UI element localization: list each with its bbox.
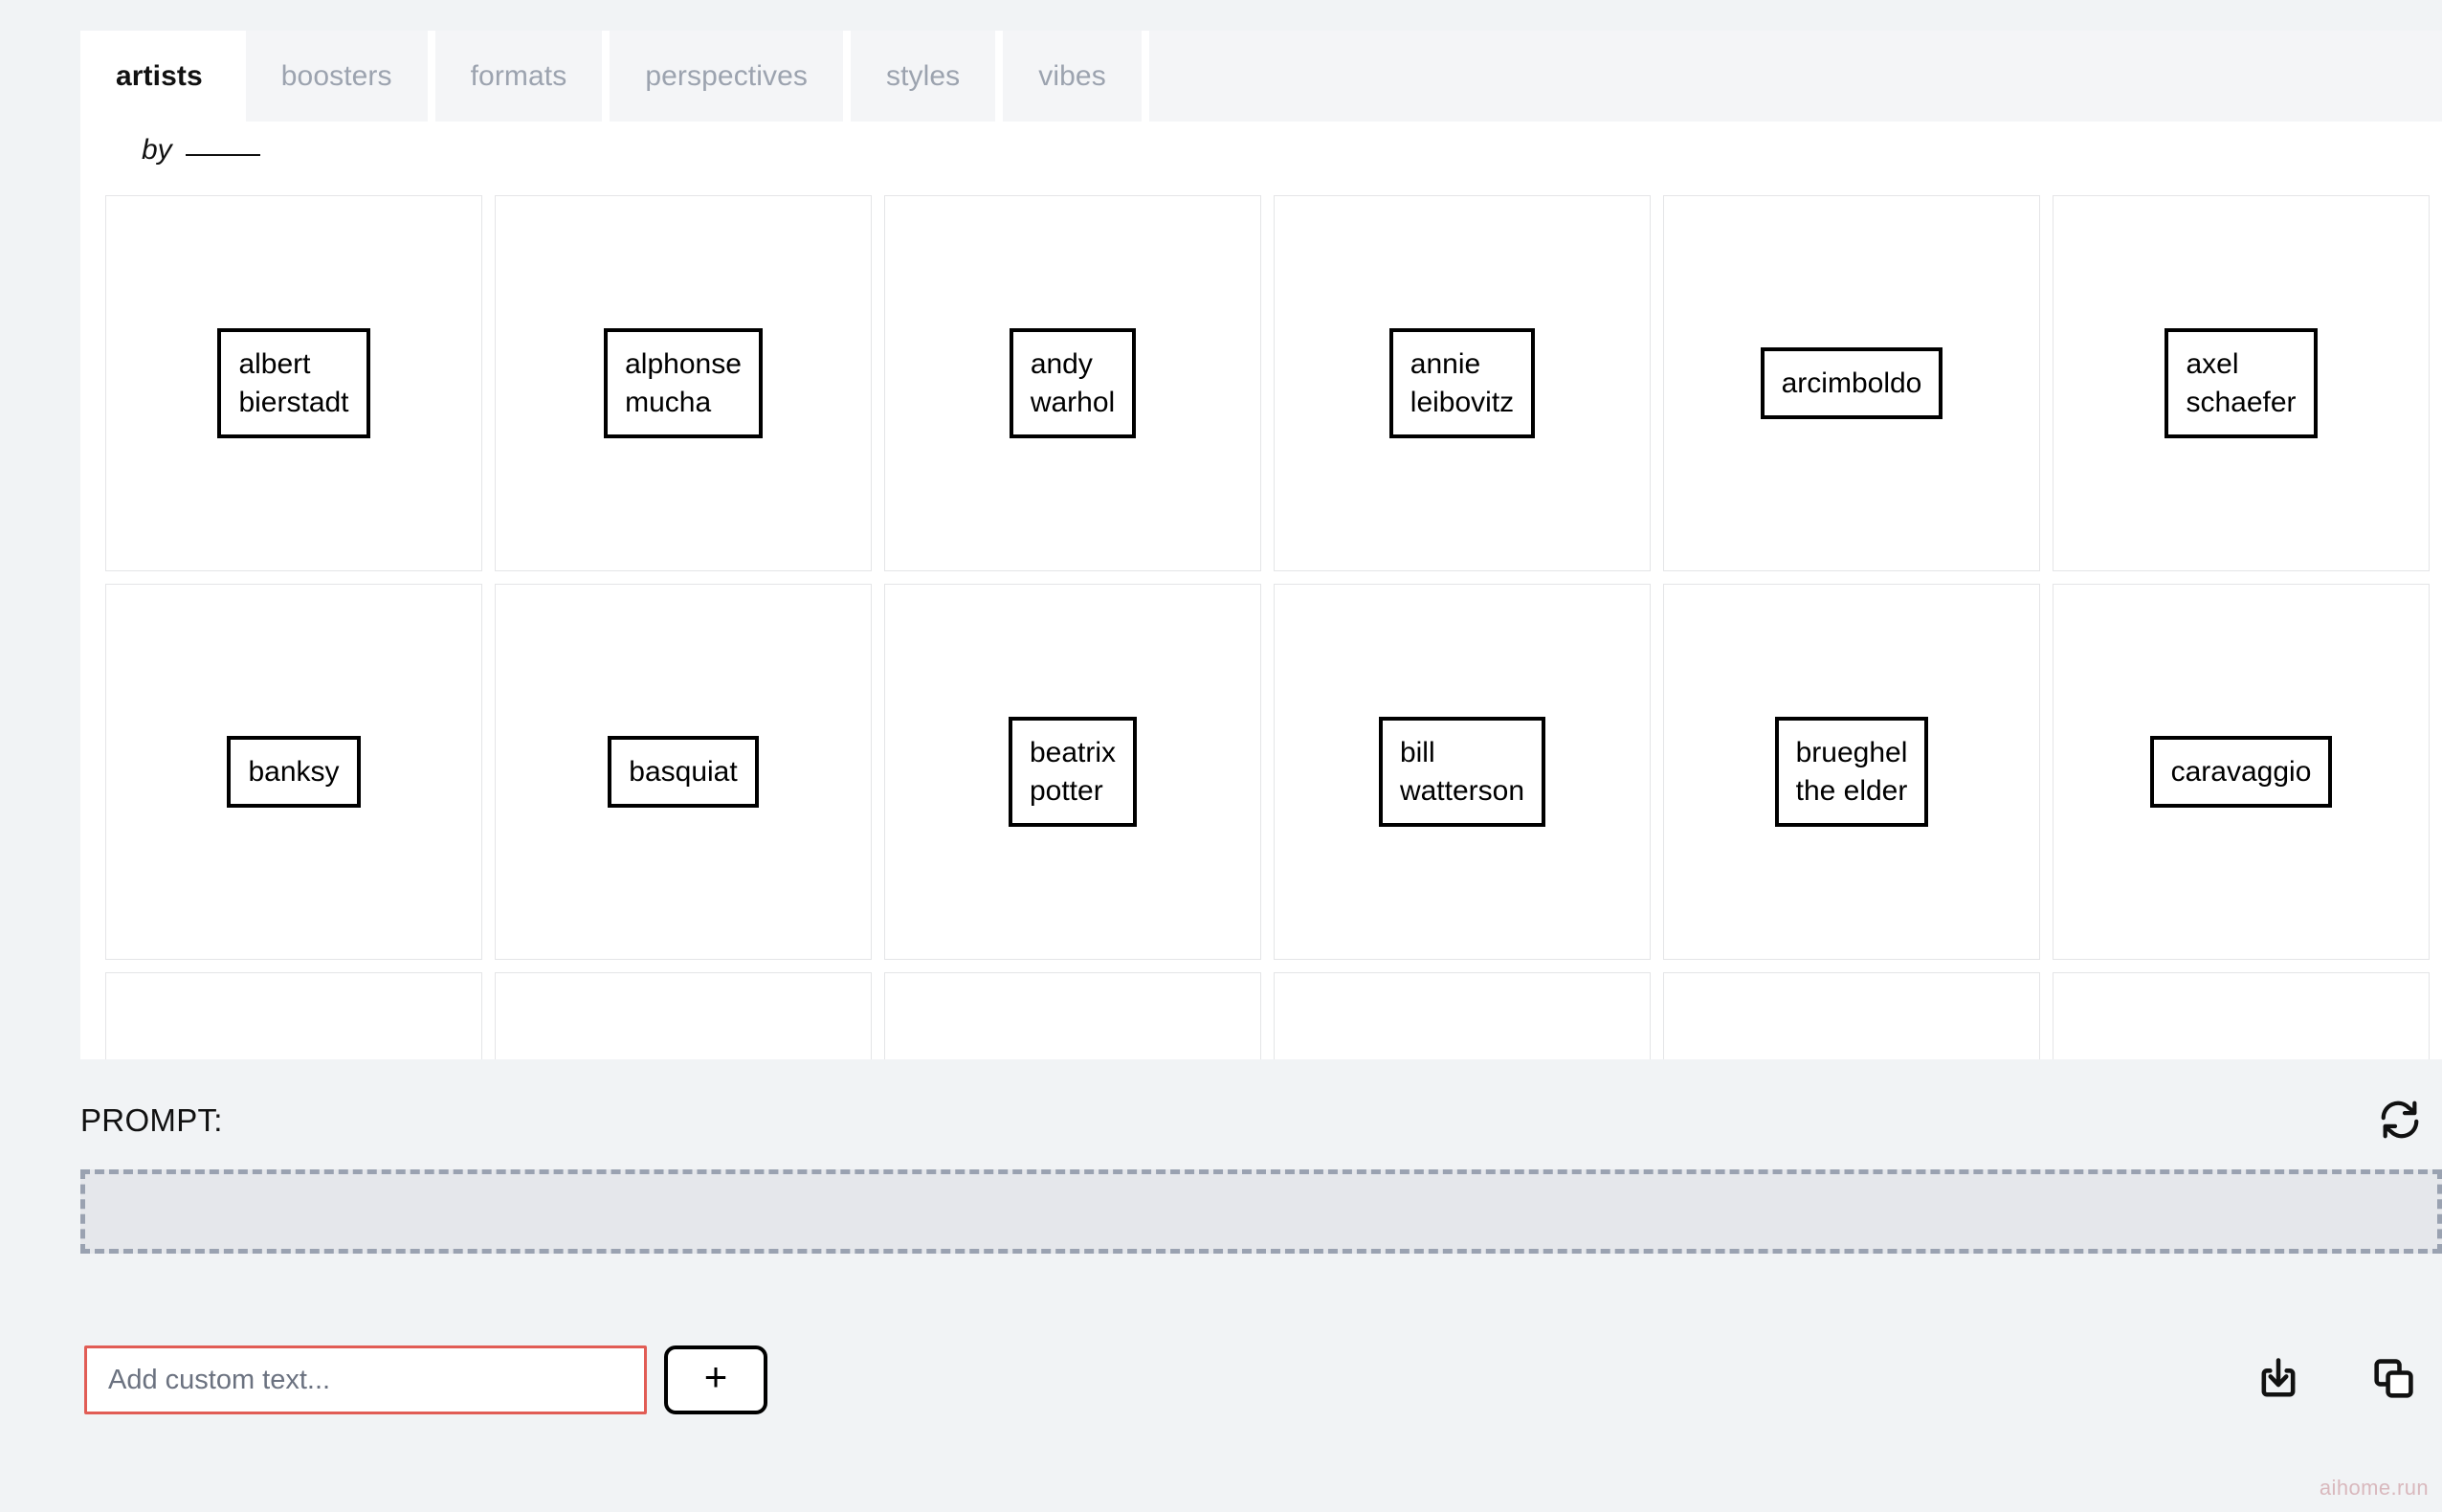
artist-card[interactable]: axel schaefer (2053, 195, 2430, 571)
app-root: artists boosters formats perspectives st… (0, 0, 2442, 1512)
artist-chip-line1: beatrix (1029, 736, 1117, 768)
artist-card[interactable]: alphonse mucha (495, 195, 872, 571)
artist-chip-line1: annie (1410, 347, 1481, 380)
artist-card[interactable]: banksy (105, 584, 482, 960)
copy-button[interactable] (2365, 1352, 2421, 1408)
subtitle-blank-line (185, 154, 260, 156)
artist-chip-line1: arcimboldo (1781, 367, 1922, 399)
artist-card[interactable] (105, 972, 482, 1059)
artist-chip-line1: brueghel (1795, 736, 1908, 768)
artist-card[interactable]: andy warhol (884, 195, 1261, 571)
artist-chip[interactable]: annie leibovitz (1388, 327, 1536, 439)
artist-chip-line1: bill (1399, 736, 1435, 768)
custom-text-input[interactable] (84, 1345, 647, 1414)
bottom-icon-group (2251, 1352, 2442, 1408)
artist-card[interactable]: albert bierstadt (105, 195, 482, 571)
download-button[interactable] (2251, 1352, 2306, 1408)
artist-chip-line1: banksy (248, 755, 340, 788)
tab-artists[interactable]: artists (80, 31, 238, 122)
artist-card[interactable]: annie leibovitz (1274, 195, 1651, 571)
artist-chip-line1: basquiat (629, 755, 738, 788)
artist-chip-line2: mucha (625, 386, 712, 418)
artist-chip[interactable]: axel schaefer (2164, 327, 2318, 439)
artist-card[interactable]: basquiat (495, 584, 872, 960)
artist-card[interactable]: beatrix potter (884, 584, 1261, 960)
artist-chip-line1: albert (238, 347, 311, 380)
artist-card[interactable] (1663, 972, 2040, 1059)
artist-chip-line2: leibovitz (1410, 386, 1515, 418)
artist-chip-line2: watterson (1399, 774, 1525, 807)
tab-formats[interactable]: formats (434, 31, 603, 122)
artist-chip-line1: alphonse (625, 347, 742, 380)
artist-chip-line2: bierstadt (238, 386, 349, 418)
artist-chip[interactable]: albert bierstadt (217, 327, 370, 439)
artist-chip-line2: warhol (1030, 386, 1116, 418)
watermark: aihome.run (2319, 1476, 2429, 1500)
refresh-icon (2378, 1098, 2422, 1145)
artist-card[interactable] (495, 972, 872, 1059)
artist-card[interactable] (884, 972, 1261, 1059)
artist-chip-line1: caravaggio (2170, 755, 2312, 788)
category-subtitle: by (101, 122, 260, 179)
artist-chip[interactable]: basquiat (608, 735, 759, 809)
artist-card[interactable]: bill watterson (1274, 584, 1651, 960)
tab-perspectives[interactable]: perspectives (610, 31, 843, 122)
artist-chip-line2: schaefer (2186, 386, 2297, 418)
artist-chip[interactable]: banksy (227, 735, 361, 809)
tab-styles[interactable]: styles (850, 31, 996, 122)
artist-chip-line2: the elder (1795, 774, 1908, 807)
artist-chip-line1: andy (1030, 347, 1093, 380)
artist-card-grid: albert bierstadt alphonse mucha andy warhol an… (93, 195, 2442, 1059)
artist-chip[interactable]: arcimboldo (1760, 346, 1943, 420)
download-icon (2253, 1354, 2303, 1407)
prompt-label: PROMPT: (80, 1102, 223, 1138)
artist-chip-line1: axel (2186, 347, 2239, 380)
artist-card[interactable]: brueghel the elder (1663, 584, 2040, 960)
category-panel: artists boosters formats perspectives st… (80, 31, 2442, 1059)
artist-chip-line2: potter (1029, 774, 1103, 807)
artist-card[interactable] (2053, 972, 2430, 1059)
tab-bar: artists boosters formats perspectives st… (80, 31, 2442, 122)
artist-card[interactable]: caravaggio (2053, 584, 2430, 960)
artist-card[interactable] (1274, 972, 1651, 1059)
tab-boosters[interactable]: boosters (245, 31, 428, 122)
refresh-button[interactable] (2375, 1096, 2425, 1145)
bottom-toolbar: + (84, 1332, 2442, 1428)
artist-card[interactable]: arcimboldo (1663, 195, 2040, 571)
artist-chip[interactable]: beatrix potter (1008, 716, 1138, 828)
artist-chip[interactable]: andy warhol (1009, 327, 1137, 439)
subtitle-by-word: by (142, 134, 172, 166)
artist-chip[interactable]: alphonse mucha (604, 327, 763, 439)
prompt-section: PROMPT: (80, 1091, 2442, 1254)
artist-chip[interactable]: bill watterson (1378, 716, 1546, 828)
add-custom-text-button[interactable]: + (664, 1345, 767, 1414)
copy-icon (2368, 1354, 2418, 1407)
artist-chip[interactable]: brueghel the elder (1774, 716, 1929, 828)
prompt-dropzone[interactable] (80, 1169, 2442, 1254)
artist-chip[interactable]: caravaggio (2149, 735, 2333, 809)
tab-bar-filler (1148, 31, 2442, 122)
prompt-header: PROMPT: (80, 1091, 2442, 1150)
tab-vibes[interactable]: vibes (1003, 31, 1142, 122)
